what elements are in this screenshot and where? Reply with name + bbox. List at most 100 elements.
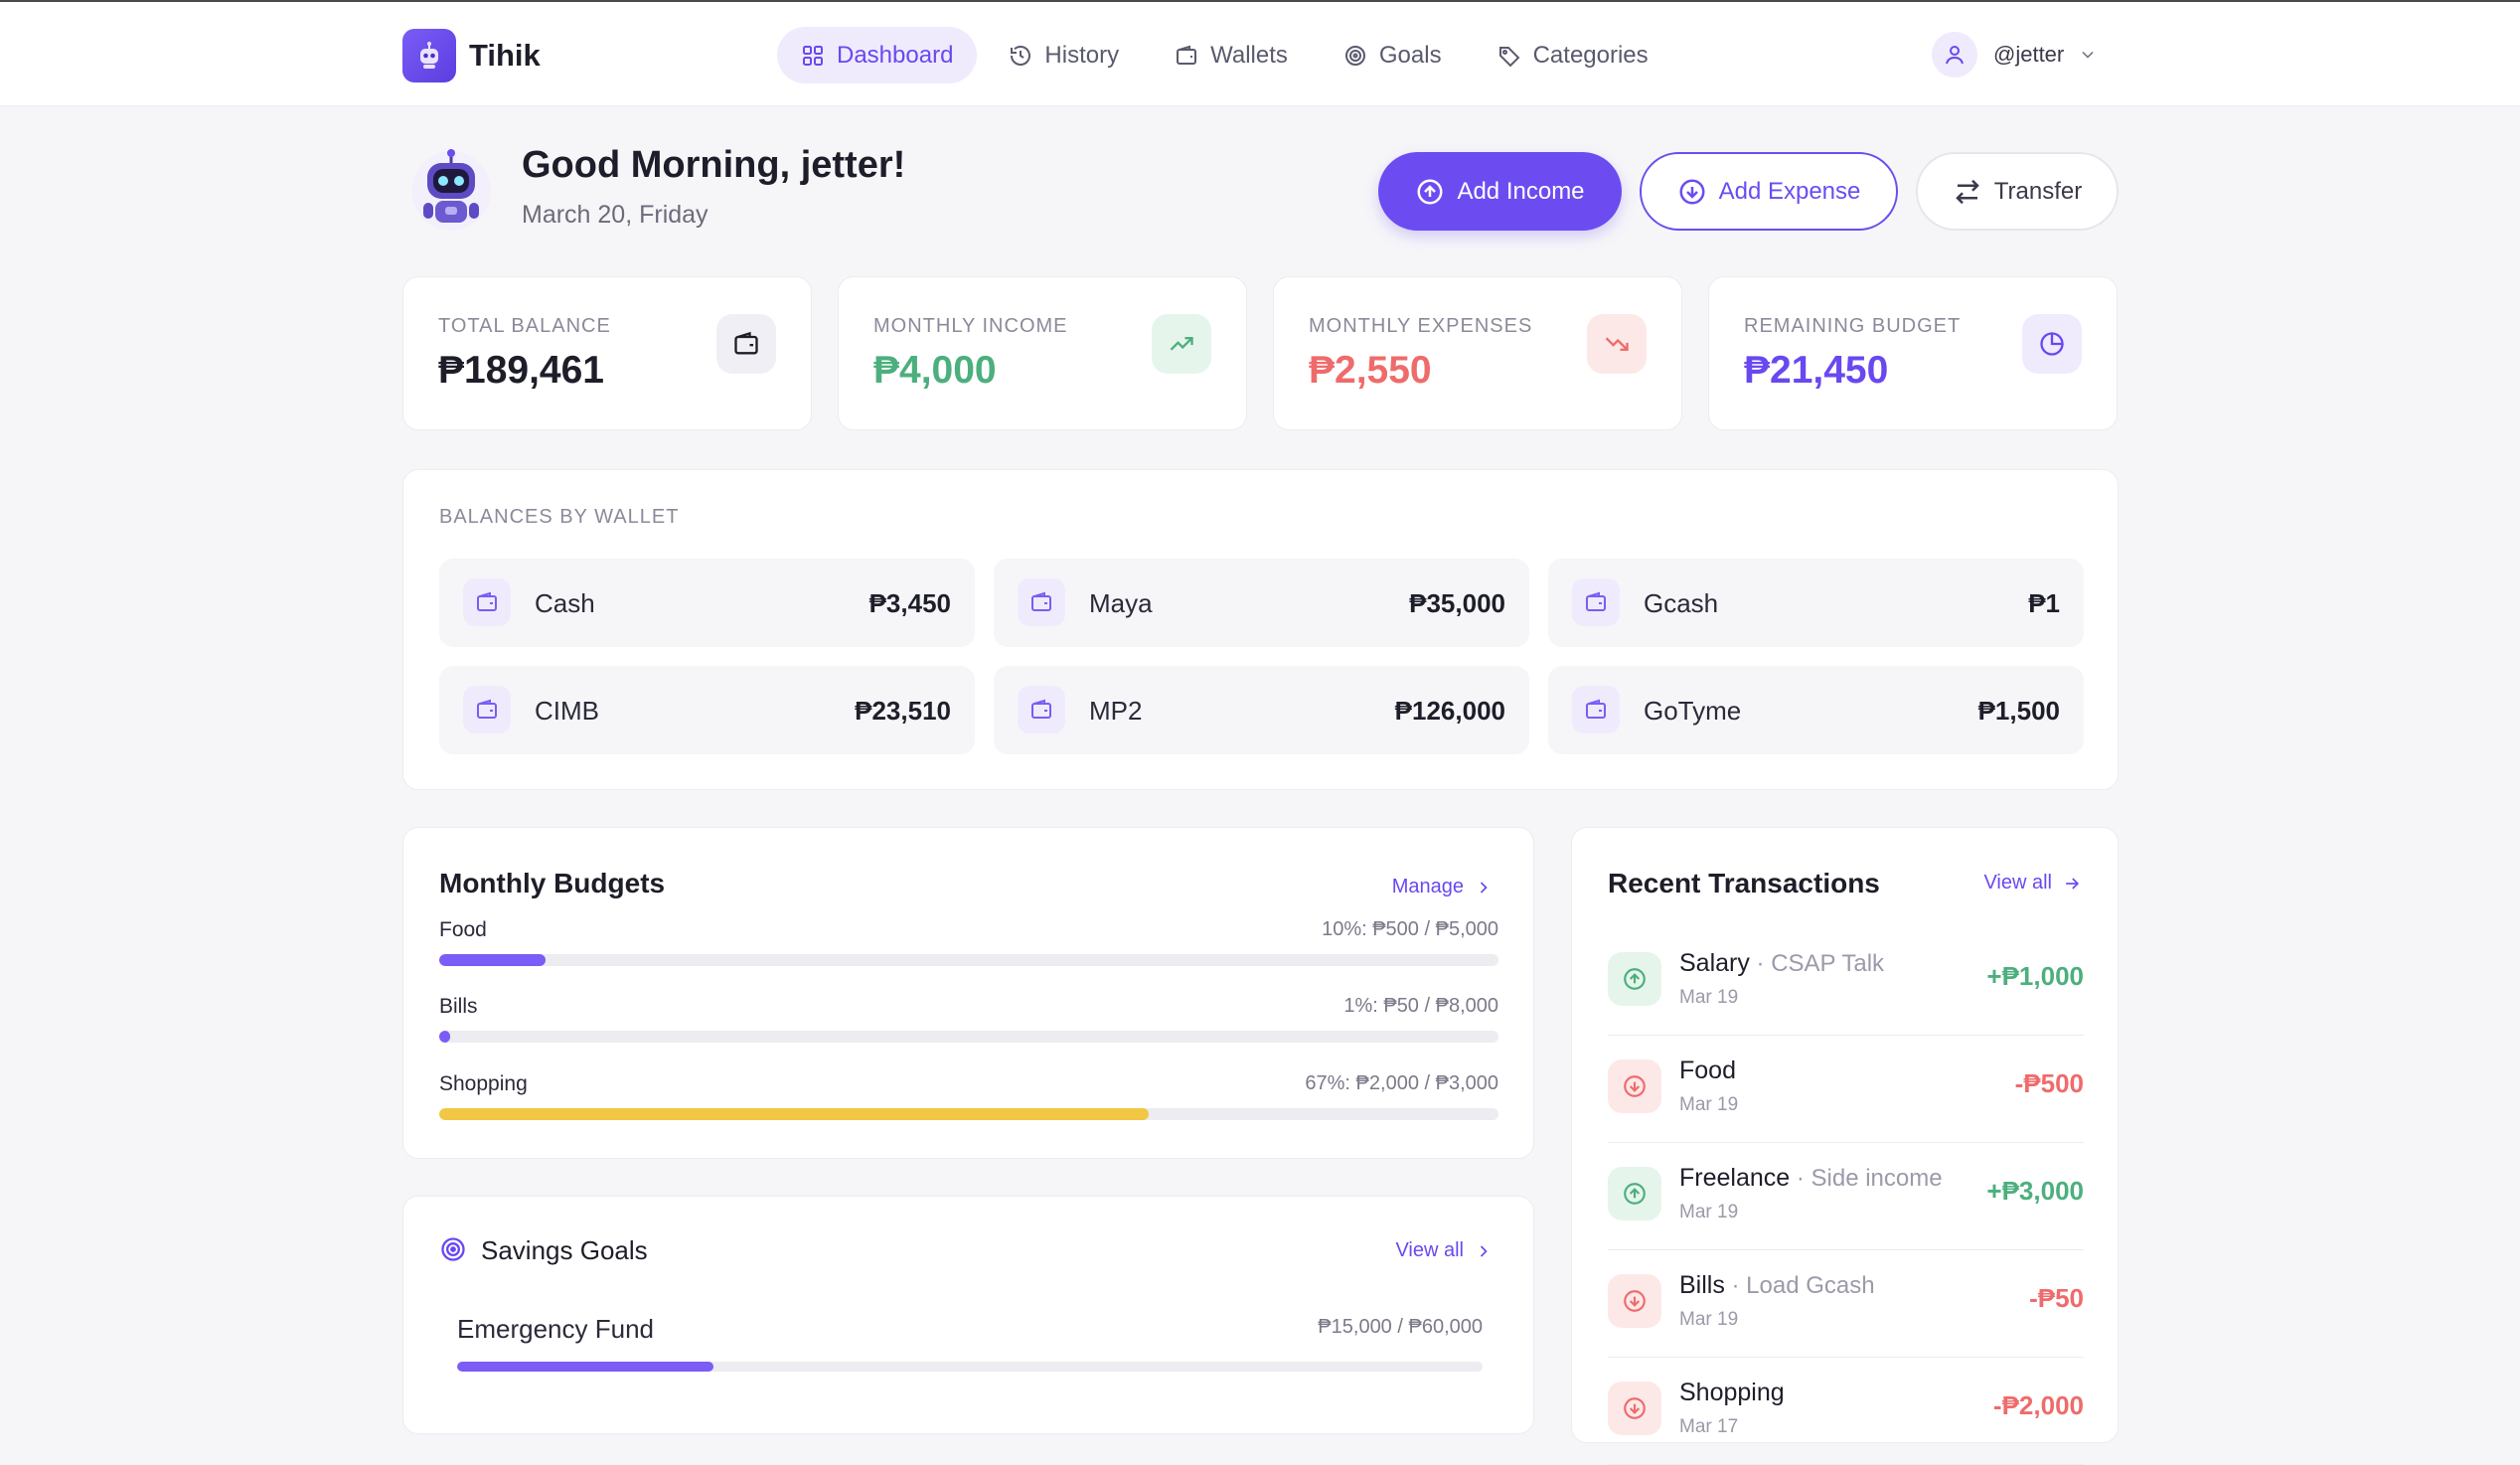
budget-progress-fill: [439, 954, 546, 966]
transaction-name: Salary: [1679, 949, 1750, 977]
budget-meta: 10%: ₱500 / ₱5,000: [1322, 918, 1498, 940]
transaction-amount: +₱3,000: [1986, 1176, 2084, 1206]
view-all-label: View all: [1983, 872, 2052, 894]
user-handle: @jetter: [1993, 42, 2065, 67]
chevron-down-icon: [2082, 51, 2094, 59]
trend-down-icon: [1587, 314, 1647, 374]
wallet-icon: [1018, 686, 1065, 733]
wallet-amount: ₱35,000: [1409, 588, 1505, 618]
view-all-goals-link[interactable]: View all: [1395, 1239, 1494, 1262]
nav-dashboard[interactable]: Dashboard: [777, 27, 978, 83]
wallet-card-cash[interactable]: Cash ₱3,450: [439, 559, 975, 647]
nav-goals-label: Goals: [1378, 41, 1442, 69]
budget-name: Bills: [439, 995, 478, 1018]
wallet-name: CIMB: [535, 696, 599, 726]
budget-name: Shopping: [439, 1072, 528, 1095]
transaction-row[interactable]: Food Mar 19 -₱500: [1608, 1035, 2084, 1143]
goal-name: Emergency Fund: [457, 1314, 654, 1344]
stat-total-balance: TOTAL BALANCE ₱189,461: [402, 276, 812, 430]
wallet-card-mp2[interactable]: MP2 ₱126,000: [994, 666, 1529, 754]
transaction-date: Mar 17: [1679, 1416, 1739, 1437]
target-icon: [441, 1237, 465, 1261]
current-date: March 20, Friday: [522, 201, 709, 229]
transaction-name: Food: [1679, 1057, 1736, 1084]
transaction-row[interactable]: Salary · CSAP Talk Mar 19 +₱1,000: [1608, 927, 2084, 1036]
wallet-card-cimb[interactable]: CIMB ₱23,510: [439, 666, 975, 754]
transaction-row[interactable]: Bills · Load Gcash Mar 19 -₱50: [1608, 1249, 2084, 1358]
transaction-row[interactable]: Freelance · Side income Mar 19 +₱3,000: [1608, 1142, 2084, 1250]
chevron-right-icon: [1480, 881, 1488, 894]
expense-arrow-icon: [1608, 1382, 1661, 1435]
budget-name: Food: [439, 918, 487, 941]
nav-wallets[interactable]: Wallets: [1151, 27, 1312, 83]
budget-progress-track: [439, 1031, 1498, 1043]
nav-goals[interactable]: Goals: [1320, 27, 1466, 83]
user-icon: [1946, 46, 1964, 65]
chevron-right-icon: [1480, 1244, 1488, 1257]
manage-label: Manage: [1391, 876, 1464, 897]
add-income-label: Add Income: [1457, 177, 1585, 205]
wallet-amount: ₱1,500: [1977, 696, 2060, 726]
wallet-icon: [1177, 45, 1197, 65]
stat-monthly-income: MONTHLY INCOME ₱4,000: [838, 276, 1247, 430]
robot-mascot-icon: [411, 149, 491, 231]
stat-value: ₱2,550: [1309, 349, 1432, 392]
view-all-label: View all: [1395, 1239, 1464, 1261]
transaction-date: Mar 19: [1679, 1202, 1739, 1222]
view-all-transactions-link[interactable]: View all: [1983, 872, 2082, 895]
nav-categories[interactable]: Categories: [1474, 27, 1672, 83]
income-arrow-icon: [1608, 952, 1661, 1006]
wallet-card-gcash[interactable]: Gcash ₱1: [1548, 559, 2084, 647]
wallet-card-gotyme[interactable]: GoTyme ₱1,500: [1548, 666, 2084, 754]
stat-value: ₱189,461: [438, 349, 604, 392]
recent-transactions-panel: Recent Transactions View all Salary · CS…: [1571, 827, 2119, 1465]
budget-meta: 1%: ₱50 / ₱8,000: [1343, 995, 1498, 1017]
transaction-amount: +₱1,000: [1986, 961, 2084, 991]
savings-title: Savings Goals: [481, 1235, 648, 1265]
arrow-up-circle-icon: [1417, 179, 1443, 204]
stat-value: ₱21,450: [1744, 349, 1889, 392]
user-menu[interactable]: @jetter: [1932, 32, 2098, 78]
savings-goals-panel: Savings Goals View all Emergency Fund ₱1…: [402, 1196, 1534, 1434]
add-income-button[interactable]: Add Income: [1378, 152, 1622, 231]
tag-icon: [1498, 46, 1520, 67]
arrow-down-circle-icon: [1679, 179, 1705, 204]
transfer-label: Transfer: [1993, 177, 2083, 205]
wallet-icon: [463, 686, 511, 733]
add-expense-label: Add Expense: [1718, 177, 1861, 205]
nav-wallets-label: Wallets: [1210, 41, 1288, 69]
transaction-row[interactable]: Shopping Mar 17 -₱2,000: [1608, 1357, 2084, 1465]
budget-progress-fill: [439, 1108, 1150, 1120]
transfer-arrows-icon: [1955, 179, 1979, 204]
transaction-name: Bills: [1679, 1271, 1725, 1299]
transaction-name: Shopping: [1679, 1379, 1785, 1406]
transfer-button[interactable]: Transfer: [1916, 152, 2119, 231]
add-expense-button[interactable]: Add Expense: [1640, 152, 1898, 231]
goal-meta: ₱15,000 / ₱60,000: [1318, 1316, 1483, 1338]
grid-icon: [803, 45, 823, 66]
monthly-budgets-panel: Monthly Budgets Manage Food 10%: ₱500 / …: [402, 827, 1534, 1159]
manage-budgets-link[interactable]: Manage: [1392, 876, 1494, 898]
stat-label: MONTHLY EXPENSES: [1309, 315, 1533, 337]
brand-name: Tihik: [469, 38, 541, 73]
transaction-note: · Side income: [1790, 1165, 1943, 1192]
transaction-note: · Load Gcash: [1724, 1272, 1875, 1299]
wallet-card-maya[interactable]: Maya ₱35,000: [994, 559, 1529, 647]
transaction-date: Mar 19: [1679, 987, 1739, 1008]
goal-progress-fill: [457, 1362, 713, 1372]
stat-monthly-expenses: MONTHLY EXPENSES ₱2,550: [1273, 276, 1682, 430]
wallets-panel: BALANCES BY WALLET Cash ₱3,450 Maya ₱35,…: [402, 469, 2119, 790]
goal-progress-track: [457, 1362, 1483, 1372]
wallet-name: GoTyme: [1644, 696, 1742, 726]
target-icon: [1344, 45, 1365, 66]
transaction-amount: -₱50: [2029, 1283, 2084, 1313]
transaction-date: Mar 19: [1679, 1309, 1739, 1330]
wallet-amount: ₱23,510: [855, 696, 951, 726]
expense-arrow-icon: [1608, 1059, 1661, 1113]
wallet-icon: [1572, 686, 1620, 733]
brand[interactable]: Tihik: [402, 29, 541, 82]
stat-label: TOTAL BALANCE: [438, 315, 611, 337]
pie-chart-icon: [2022, 314, 2082, 374]
robot-icon: [402, 29, 456, 82]
nav-history[interactable]: History: [985, 27, 1143, 83]
